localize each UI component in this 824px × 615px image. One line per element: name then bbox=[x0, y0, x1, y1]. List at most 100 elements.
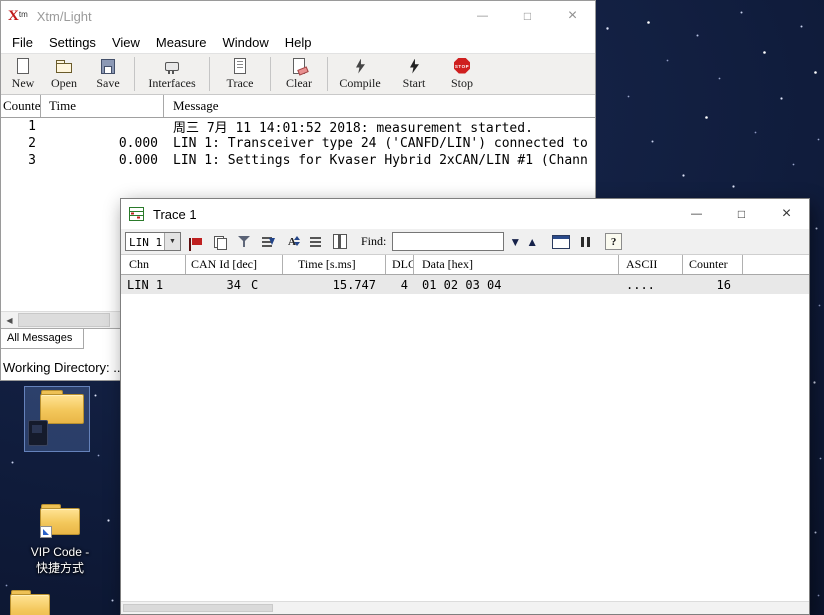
window-controls: — □ × bbox=[460, 1, 595, 31]
menu-measure[interactable]: Measure bbox=[148, 33, 215, 52]
dropdown-arrow-icon[interactable]: ▼ bbox=[164, 233, 180, 250]
channel-select-value: LIN 1 bbox=[129, 236, 163, 249]
goto-icon bbox=[310, 236, 322, 248]
column-header-time[interactable]: Time bbox=[41, 95, 164, 117]
scroll-left-button[interactable]: ◀ bbox=[1, 312, 18, 328]
column-header-counter[interactable]: Counter bbox=[1, 95, 41, 117]
cell-filler bbox=[743, 275, 809, 294]
desktop-icon-vip-code[interactable]: VIP Code - 快捷方式 bbox=[14, 500, 106, 582]
trace-page-icon bbox=[231, 57, 249, 75]
scrollbar-thumb[interactable] bbox=[18, 313, 110, 327]
can-flags-value: C bbox=[251, 277, 259, 292]
open-button[interactable]: Open bbox=[43, 54, 85, 94]
main-titlebar[interactable]: X tm Xtm/Light — □ × bbox=[1, 1, 595, 31]
message-row[interactable]: 2 0.000 LIN 1: Transceiver type 24 ('CAN… bbox=[1, 135, 595, 152]
can-id-value: 34 bbox=[226, 277, 241, 292]
logo-tm: tm bbox=[18, 10, 28, 19]
flag-button[interactable] bbox=[187, 233, 205, 251]
copy-button[interactable] bbox=[211, 233, 229, 251]
window-title: Xtm/Light bbox=[36, 8, 92, 24]
pause-button[interactable] bbox=[576, 233, 594, 251]
column-header-dlc[interactable]: DLC bbox=[386, 255, 414, 274]
goto-button[interactable] bbox=[307, 233, 325, 251]
column-header-filler bbox=[743, 255, 809, 274]
cell-time: 0.000 bbox=[118, 136, 158, 151]
message-row[interactable]: 3 0.000 LIN 1: Settings for Kvaser Hybri… bbox=[1, 152, 595, 169]
close-icon: × bbox=[567, 7, 578, 24]
column-header-can-id[interactable]: CAN Id [dec] bbox=[186, 255, 283, 274]
bolt-shape bbox=[356, 58, 365, 74]
column-header-time[interactable]: Time [s.ms] bbox=[283, 255, 386, 274]
trace-window: Trace 1 — □ × LIN 1 ▼ A Find: ▼ ▲ ? Chn … bbox=[120, 198, 810, 615]
compile-button[interactable]: Compile bbox=[331, 54, 389, 94]
menu-file[interactable]: File bbox=[4, 33, 41, 52]
stop-button[interactable]: STOP Stop bbox=[439, 54, 485, 94]
folder-body bbox=[10, 594, 50, 615]
new-button[interactable]: New bbox=[3, 54, 43, 94]
cell-data: 01 02 03 04 bbox=[422, 277, 502, 292]
message-row[interactable]: 1 周三 7月 11 14:01:52 2018: measurement st… bbox=[1, 118, 595, 136]
column-header-message[interactable]: Message bbox=[164, 95, 595, 117]
column-header-chn[interactable]: Chn bbox=[121, 255, 186, 274]
maximize-button[interactable]: □ bbox=[505, 1, 550, 31]
save-button[interactable]: Save bbox=[85, 54, 131, 94]
label-line-2: 快捷方式 bbox=[35, 561, 84, 575]
minimize-icon: — bbox=[691, 207, 702, 220]
filter-button[interactable] bbox=[235, 233, 253, 251]
close-button[interactable]: × bbox=[550, 1, 595, 31]
trace-table-header: Chn CAN Id [dec] Time [s.ms] DLC Data [h… bbox=[121, 255, 809, 275]
clear-eraser-icon bbox=[290, 57, 308, 75]
minimize-button[interactable]: — bbox=[460, 1, 505, 31]
menu-view[interactable]: View bbox=[104, 33, 148, 52]
trace-row[interactable]: LIN 1 34 C 15.747 4 01 02 03 04 .... 16 bbox=[121, 275, 809, 294]
toolbar-separator bbox=[209, 57, 210, 91]
toolbar-separator bbox=[327, 57, 328, 91]
trace-window-icon bbox=[129, 207, 144, 221]
arrow-up-icon: ▲ bbox=[526, 234, 539, 249]
cell-dlc: 4 bbox=[400, 277, 408, 292]
trace-button[interactable]: Trace bbox=[213, 54, 267, 94]
layout-button[interactable] bbox=[552, 233, 571, 251]
maximize-icon: □ bbox=[737, 207, 746, 221]
maximize-button[interactable]: □ bbox=[719, 199, 764, 229]
dropdown-glyph: ▼ bbox=[169, 238, 176, 245]
find-prev-button[interactable]: ▲ bbox=[526, 236, 538, 248]
cell-message: 周三 7月 11 14:01:52 2018: measurement star… bbox=[173, 121, 533, 136]
maximize-icon: □ bbox=[523, 9, 532, 23]
close-button[interactable]: × bbox=[764, 199, 809, 229]
open-folder-icon bbox=[55, 58, 73, 75]
find-input[interactable] bbox=[392, 232, 505, 251]
column-split-button[interactable] bbox=[331, 233, 349, 251]
minimize-button[interactable]: — bbox=[674, 199, 719, 229]
interfaces-connector-icon bbox=[163, 58, 181, 75]
font-size-button[interactable]: A bbox=[283, 233, 301, 251]
menu-window[interactable]: Window bbox=[214, 33, 276, 52]
find-label: Find: bbox=[361, 234, 387, 248]
sort-button[interactable] bbox=[259, 233, 277, 251]
logo-x: X bbox=[8, 8, 19, 24]
close-icon: × bbox=[781, 205, 792, 222]
desktop-icon-folder-partial[interactable] bbox=[6, 590, 52, 615]
column-header-data[interactable]: Data [hex] bbox=[414, 255, 619, 274]
help-button[interactable]: ? bbox=[605, 233, 623, 250]
start-bolt-icon bbox=[405, 58, 423, 75]
start-button[interactable]: Start bbox=[389, 54, 439, 94]
window-layout-icon bbox=[552, 234, 571, 249]
scrollbar-thumb[interactable] bbox=[123, 604, 273, 612]
channel-select[interactable]: LIN 1 ▼ bbox=[125, 232, 181, 251]
column-header-counter[interactable]: Counter bbox=[683, 255, 743, 274]
menu-help[interactable]: Help bbox=[277, 33, 320, 52]
find-next-button[interactable]: ▼ bbox=[509, 236, 521, 248]
menu-settings[interactable]: Settings bbox=[41, 33, 104, 52]
working-directory-status: Working Directory: ... bbox=[3, 360, 125, 375]
trace-titlebar[interactable]: Trace 1 — □ × bbox=[121, 199, 809, 229]
trace-horizontal-scrollbar[interactable] bbox=[121, 601, 809, 614]
desktop-icon-folder-selected[interactable] bbox=[24, 386, 90, 452]
main-toolbar: New Open Save Interfaces Trace Clear Com… bbox=[1, 53, 595, 95]
column-header-ascii[interactable]: ASCII bbox=[619, 255, 683, 274]
tab-all-messages[interactable]: All Messages bbox=[1, 329, 85, 349]
message-table-header: Counter Time Message bbox=[1, 95, 595, 118]
clear-button[interactable]: Clear bbox=[274, 54, 324, 94]
interfaces-button[interactable]: Interfaces bbox=[138, 54, 206, 94]
cell-counter: 2 bbox=[28, 136, 36, 151]
